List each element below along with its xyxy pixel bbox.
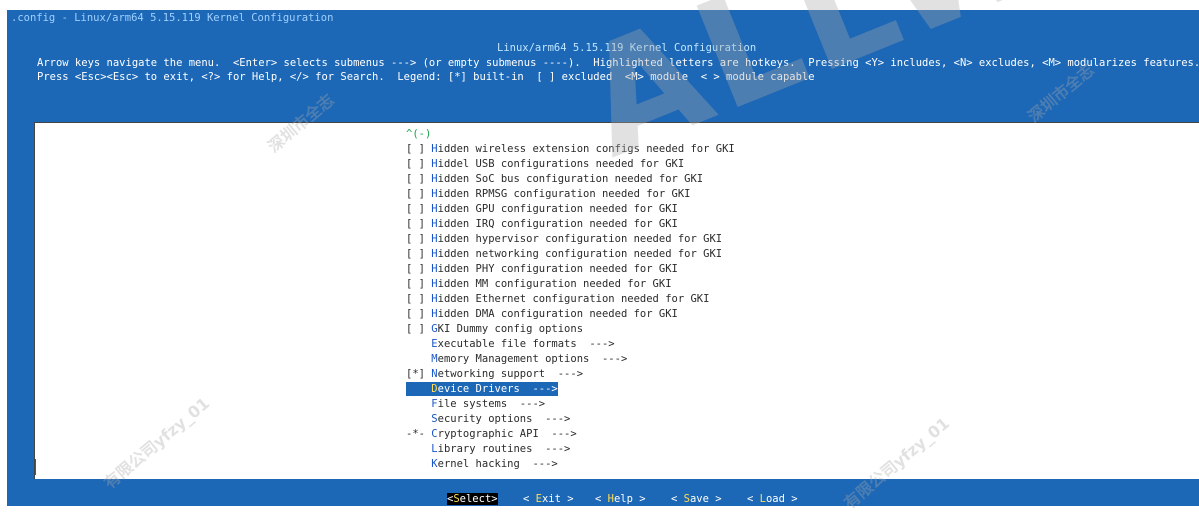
menu-item[interactable]: [ ] Hidden PHY configuration needed for …: [406, 262, 678, 276]
menu-item[interactable]: [ ] Hidden DMA configuration needed for …: [406, 307, 678, 321]
menu-item-label: idden PHY configuration needed for GKI: [437, 263, 678, 275]
menu-item-label: idden RPMSG configuration needed for GKI: [437, 188, 691, 200]
menu-item[interactable]: [*] Networking support --->: [406, 367, 583, 381]
menu-item[interactable]: [ ] Hidden networking configuration need…: [406, 247, 722, 261]
menu-item-prefix: [ ]: [406, 143, 432, 155]
button-open: <: [595, 493, 608, 505]
menu-item-label: xecutable file formats --->: [437, 338, 615, 350]
terminal-screen: .config - Linux/arm64 5.15.119 Kernel Co…: [7, 10, 1199, 506]
menu-item-prefix: [ ]: [406, 293, 432, 305]
menu-item-label: KI Dummy config options: [437, 323, 584, 335]
help-text-line-1: Arrow keys navigate the menu. <Enter> se…: [37, 57, 1199, 69]
menu-item-prefix: [406, 353, 431, 365]
menu-item-prefix: [ ]: [406, 248, 432, 260]
menu-item-label: ecurity options --->: [437, 413, 571, 425]
menu-item-prefix: [ ]: [406, 158, 432, 170]
button-rest: xit: [541, 493, 561, 505]
menu-item-label: ernel hacking --->: [437, 458, 558, 470]
menu-item-prefix: [406, 443, 431, 455]
menu-item-prefix: [ ]: [406, 308, 432, 320]
menu-item-label: idden wireless extension configs needed …: [437, 143, 735, 155]
menu-item[interactable]: [ ] Hidden GPU configuration needed for …: [406, 202, 678, 216]
button-bar: <Select> < Exit > < Help > < Save > < Load >: [7, 484, 1199, 506]
menu-item-label: idden networking configuration needed fo…: [437, 248, 723, 260]
menu-item[interactable]: [ ] Hiddel USB configurations needed for…: [406, 157, 684, 171]
save-button[interactable]: < Save >: [671, 493, 722, 505]
menu-item-label: emory Management options --->: [437, 353, 628, 365]
button-close: >: [560, 493, 574, 505]
window-title-bar: .config - Linux/arm64 5.15.119 Kernel Co…: [7, 10, 1199, 28]
menu-item-prefix: [ ]: [406, 188, 432, 200]
menu-item-prefix: [ ]: [406, 233, 432, 245]
menu-item-label: idden SoC bus configuration needed for G…: [437, 173, 704, 185]
button-rest: ave: [689, 493, 709, 505]
menu-item[interactable]: [ ] Hidden Ethernet configuration needed…: [406, 292, 709, 306]
menu-item-prefix: [ ]: [406, 263, 432, 275]
menu-item-prefix: [406, 458, 431, 470]
menu-item-prefix: [*]: [406, 368, 432, 380]
menu-item-selected[interactable]: Device Drivers --->: [406, 382, 558, 396]
menu-item-prefix: [406, 383, 431, 395]
button-close: >: [491, 493, 498, 505]
button-open: <: [747, 493, 760, 505]
button-rest: elect: [459, 493, 492, 505]
menu-item[interactable]: [ ] Hidden MM configuration needed for G…: [406, 277, 672, 291]
load-button[interactable]: < Load >: [747, 493, 798, 505]
button-close: >: [784, 493, 798, 505]
menu-item-label: ryptographic API --->: [437, 428, 577, 440]
menu-item-label: ibrary routines --->: [437, 443, 571, 455]
page-title: Linux/arm64 5.15.119 Kernel Configuratio…: [497, 42, 757, 54]
menu-item-prefix: [ ]: [406, 218, 432, 230]
menu-item-label: idden IRQ configuration needed for GKI: [437, 218, 678, 230]
menu-item-prefix: [ ]: [406, 173, 432, 185]
button-rest: elp: [613, 493, 633, 505]
menu-item-label: etworking support --->: [437, 368, 584, 380]
menu-item-label: idden MM configuration needed for GKI: [437, 278, 672, 290]
menu-item[interactable]: -*- Cryptographic API --->: [406, 427, 577, 441]
button-open: <: [671, 493, 684, 505]
help-button[interactable]: < Help >: [595, 493, 646, 505]
menu-item-prefix: -*-: [406, 428, 432, 440]
menu-item[interactable]: Memory Management options --->: [406, 352, 627, 366]
menu-item-prefix: [ ]: [406, 203, 432, 215]
menu-item-prefix: [ ]: [406, 323, 432, 335]
menu-item-prefix: [406, 413, 431, 425]
menu-item[interactable]: Kernel hacking --->: [406, 457, 558, 471]
menu-item[interactable]: Security options --->: [406, 412, 570, 426]
box-corner: [35, 459, 36, 475]
menu-list: ^(-) [ ] Hidden wireless extension confi…: [34, 122, 1199, 479]
menu-item-label: ile systems --->: [437, 398, 546, 410]
menu-item[interactable]: [ ] Hidden RPMSG configuration needed fo…: [406, 187, 691, 201]
scroll-indicator: ^(-): [406, 128, 432, 140]
menu-item[interactable]: Executable file formats --->: [406, 337, 615, 351]
select-button[interactable]: <Select>: [447, 493, 498, 505]
exit-button[interactable]: < Exit >: [523, 493, 574, 505]
menu-item-label: idden hypervisor configuration needed fo…: [437, 233, 723, 245]
menu-item[interactable]: [ ] Hidden SoC bus configuration needed …: [406, 172, 703, 186]
menu-item-prefix: [ ]: [406, 278, 432, 290]
menu-item-label: iddel USB configurations needed for GKI: [437, 158, 685, 170]
menu-item-label: evice Drivers --->: [437, 383, 558, 395]
menu-item[interactable]: File systems --->: [406, 397, 545, 411]
menu-item[interactable]: [ ] Hidden wireless extension configs ne…: [406, 142, 735, 156]
menu-item[interactable]: Library routines --->: [406, 442, 570, 456]
menu-item-label: idden GPU configuration needed for GKI: [437, 203, 678, 215]
menu-item-label: idden DMA configuration needed for GKI: [437, 308, 678, 320]
menu-item[interactable]: [ ] Hidden hypervisor configuration need…: [406, 232, 722, 246]
button-rest: oad: [765, 493, 785, 505]
menu-item[interactable]: [ ] Hidden IRQ configuration needed for …: [406, 217, 678, 231]
button-close: >: [708, 493, 722, 505]
menu-item-prefix: [406, 338, 431, 350]
menu-item-label: idden Ethernet configuration needed for …: [437, 293, 710, 305]
button-close: >: [632, 493, 646, 505]
window-title: .config - Linux/arm64 5.15.119 Kernel Co…: [11, 12, 334, 24]
menu-item[interactable]: [ ] GKI Dummy config options: [406, 322, 583, 336]
button-open: <: [523, 493, 536, 505]
menu-item-prefix: [406, 398, 431, 410]
help-text-line-2: Press <Esc><Esc> to exit, <?> for Help, …: [37, 71, 815, 83]
